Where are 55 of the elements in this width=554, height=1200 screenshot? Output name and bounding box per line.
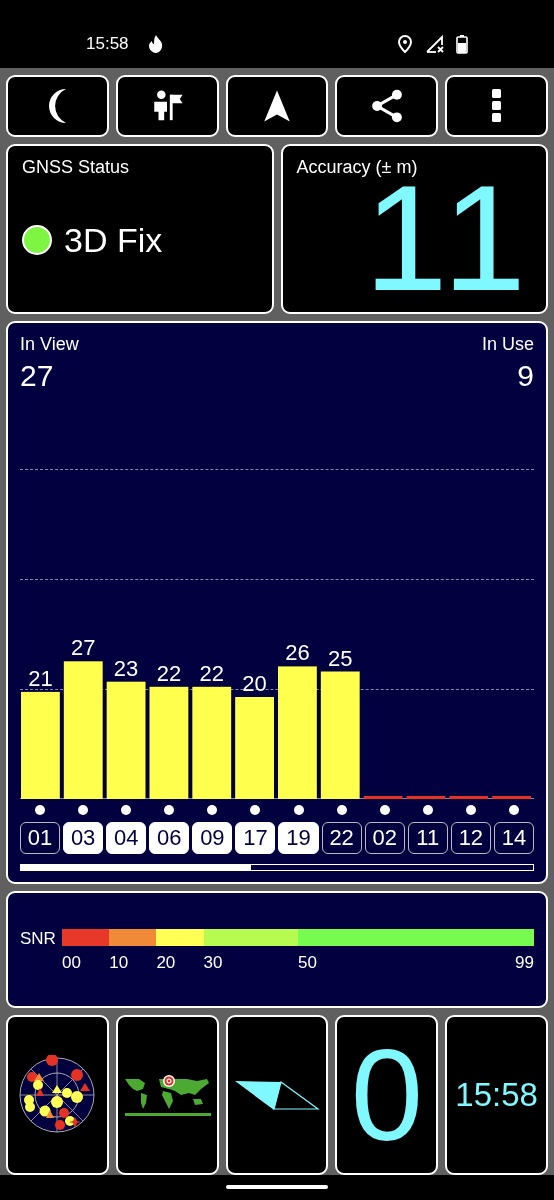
satellite-id: 19 — [278, 821, 319, 854]
satellite-id: 11 — [407, 821, 448, 854]
satellite-id: 09 — [192, 821, 233, 854]
satellite-id: 17 — [235, 821, 276, 854]
widget-tile[interactable] — [225, 1015, 329, 1175]
satellite-id: 04 — [106, 821, 147, 854]
widget-tile[interactable]: 15:58 — [445, 1015, 548, 1175]
clock-time: 15:58 — [455, 1075, 538, 1116]
moon-button[interactable] — [6, 75, 109, 137]
card-title: GNSS Status — [22, 155, 131, 179]
snr-label: SNR — [20, 929, 57, 951]
in-view-count: 27 — [20, 357, 54, 394]
share-icon — [369, 88, 404, 123]
widget-tile[interactable] — [6, 1015, 109, 1175]
more-icon — [492, 89, 502, 123]
snr-value: 22 — [199, 660, 224, 686]
status-time: 15:58 — [86, 33, 129, 56]
share-button[interactable] — [335, 75, 439, 137]
no-signal-icon — [426, 35, 444, 53]
snr-value: 20 — [242, 670, 267, 696]
battery-icon — [456, 34, 468, 54]
snr-value: 25 — [328, 645, 353, 671]
snr-value: 22 — [156, 660, 182, 686]
in-view-label: In View — [20, 332, 79, 356]
moon-icon — [48, 88, 66, 123]
in-use-label: In Use — [481, 332, 534, 356]
fix-status: 3D Fix — [64, 219, 163, 261]
satellite-id: 22 — [321, 821, 362, 854]
flame-icon — [146, 34, 165, 54]
snr-value: 26 — [285, 640, 310, 666]
person-flag-button[interactable] — [115, 75, 219, 137]
speed-value: 0 — [350, 1030, 423, 1161]
scale-tick: 30 — [203, 952, 223, 975]
more-button[interactable] — [445, 75, 548, 137]
satellite-id: 14 — [493, 821, 534, 854]
widget-tile[interactable] — [115, 1015, 219, 1175]
location-icon — [398, 35, 412, 53]
satellite-id: 03 — [63, 821, 104, 854]
card-title: Accuracy (± m) — [296, 155, 419, 179]
satellite-id: 12 — [450, 821, 491, 854]
accuracy-value: 11 — [364, 176, 532, 299]
snr-value: 27 — [71, 635, 96, 661]
scale-tick: 00 — [62, 952, 81, 975]
snr-value: 21 — [28, 665, 53, 691]
scale-tick: 20 — [156, 952, 176, 975]
scale-tick: 10 — [109, 952, 129, 975]
satellite-id: 06 — [149, 821, 190, 854]
in-use-count: 9 — [517, 357, 534, 394]
snr-value: 23 — [113, 655, 139, 681]
scale-tick: 50 — [297, 952, 317, 975]
scale-tick: 99 — [515, 952, 534, 975]
satellite-id: 02 — [364, 821, 405, 854]
widget-tile[interactable]: 0 — [335, 1015, 439, 1175]
navigation-button[interactable] — [225, 75, 329, 137]
satellite-id: 01 — [20, 821, 61, 854]
